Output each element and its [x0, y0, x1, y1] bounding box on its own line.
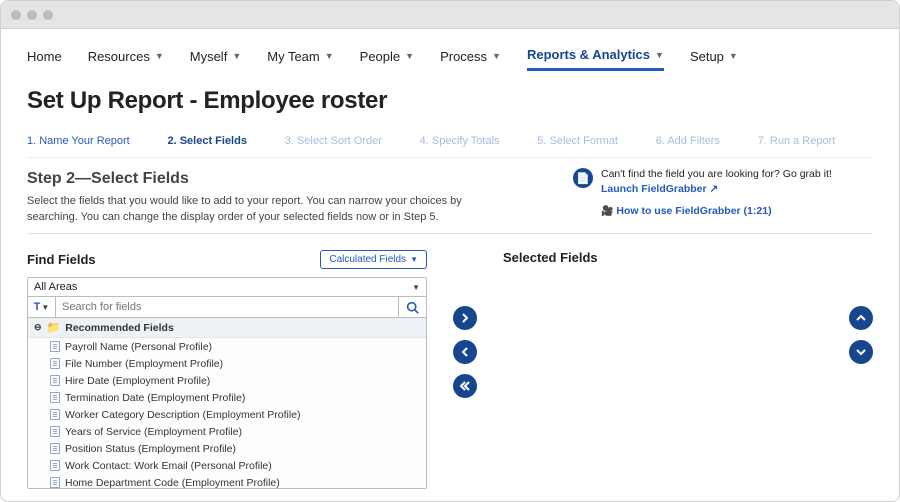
field-icon: [50, 341, 60, 352]
caret-down-icon: ▼: [41, 303, 49, 312]
wizard-step: 5. Select Format: [537, 129, 655, 157]
field-icon: [50, 358, 60, 369]
field-icon: [50, 375, 60, 386]
fieldgrabber-box: 📄 Can't find the field you are looking f…: [573, 168, 873, 217]
caret-down-icon: ▼: [492, 51, 501, 61]
chevron-left-icon: [460, 347, 470, 357]
field-item[interactable]: Hire Date (Employment Profile): [28, 372, 426, 389]
fieldgrabber-hint: Can't find the field you are looking for…: [601, 168, 873, 180]
wizard-steps: 1. Name Your Report2. Select Fields3. Se…: [27, 129, 873, 158]
field-icon: [50, 426, 60, 437]
reorder-buttons: [849, 306, 873, 364]
field-item[interactable]: Worker Category Description (Employment …: [28, 406, 426, 423]
window-titlebar: [1, 1, 899, 29]
field-icon: [50, 477, 60, 488]
area-select[interactable]: All Areas ▼: [28, 278, 426, 297]
step-help-block: Step 2—Select Fields Select the fields t…: [27, 168, 497, 225]
step-description: Select the fields that you would like to…: [27, 194, 497, 225]
caret-down-icon: ▼: [729, 51, 738, 61]
field-item[interactable]: Position Status (Employment Profile): [28, 440, 426, 457]
nav-home[interactable]: Home: [27, 47, 62, 71]
calculated-fields-button[interactable]: Calculated Fields▼: [320, 250, 427, 269]
field-icon: [50, 409, 60, 420]
dual-list-panels: Find Fields Calculated Fields▼ All Areas…: [27, 234, 873, 489]
double-chevron-left-icon: [459, 381, 471, 391]
wizard-step: 3. Select Sort Order: [285, 129, 420, 157]
nav-my-team[interactable]: My Team▼: [267, 47, 333, 71]
page-title: Set Up Report - Employee roster: [27, 81, 873, 129]
top-nav: Home Resources▼ Myself▼ My Team▼ People▼ Proc…: [27, 29, 873, 81]
field-icon: [50, 460, 60, 471]
collapse-icon: ⊖: [34, 322, 42, 333]
launch-fieldgrabber-link[interactable]: Launch FieldGrabber ↗: [601, 183, 718, 195]
find-fields-panel: Find Fields Calculated Fields▼ All Areas…: [27, 250, 427, 489]
field-item[interactable]: Home Department Code (Employment Profile…: [28, 474, 426, 488]
remove-field-button[interactable]: [453, 340, 477, 364]
nav-myself[interactable]: Myself▼: [190, 47, 241, 71]
tree-group-recommended[interactable]: ⊖ 📁 Recommended Fields: [28, 318, 426, 338]
caret-down-icon: ▼: [155, 51, 164, 61]
wizard-step[interactable]: 1. Name Your Report: [27, 129, 167, 157]
chevron-down-icon: [856, 347, 866, 357]
fieldgrabber-video-link[interactable]: 🎥 How to use FieldGrabber (1:21): [601, 205, 772, 217]
search-button[interactable]: [398, 297, 426, 317]
search-row: T▼: [28, 297, 426, 318]
nav-people[interactable]: People▼: [360, 47, 414, 71]
window-max-dot[interactable]: [43, 10, 53, 20]
nav-resources[interactable]: Resources▼: [88, 47, 164, 71]
magnifier-icon: [406, 301, 419, 314]
move-down-button[interactable]: [849, 340, 873, 364]
field-icon: [50, 392, 60, 403]
caret-down-icon: ▼: [655, 50, 664, 60]
add-field-button[interactable]: [453, 306, 477, 330]
remove-all-button[interactable]: [453, 374, 477, 398]
nav-reports-analytics[interactable]: Reports & Analytics▼: [527, 47, 664, 71]
move-up-button[interactable]: [849, 306, 873, 330]
caret-down-icon: ▼: [410, 255, 418, 264]
caret-down-icon: ▼: [325, 51, 334, 61]
step-header: Step 2—Select Fields Select the fields t…: [27, 158, 873, 234]
wizard-step: 6. Add Filters: [656, 129, 758, 157]
search-input[interactable]: [56, 297, 398, 317]
text-filter-button[interactable]: T▼: [28, 297, 56, 317]
field-icon: [50, 443, 60, 454]
caret-down-icon: ▼: [412, 283, 420, 292]
wizard-step: 4. Specify Totals: [420, 129, 538, 157]
find-box: All Areas ▼ T▼ ⊖: [27, 277, 427, 489]
selected-fields-panel: Selected Fields: [503, 250, 873, 489]
video-icon: 🎥: [601, 206, 613, 217]
step-title: Step 2—Select Fields: [27, 168, 497, 190]
window-min-dot[interactable]: [27, 10, 37, 20]
external-icon: ↗: [710, 183, 719, 195]
wizard-step[interactable]: 2. Select Fields: [167, 129, 284, 157]
find-fields-title: Find Fields: [27, 252, 96, 267]
content-area: Home Resources▼ Myself▼ My Team▼ People▼ Proc…: [1, 29, 899, 502]
field-item[interactable]: Work Contact: Work Email (Personal Profi…: [28, 457, 426, 474]
chevron-right-icon: [460, 313, 470, 323]
transfer-buttons: [441, 250, 489, 489]
field-item[interactable]: File Number (Employment Profile): [28, 355, 426, 372]
folder-icon: 📁: [47, 321, 61, 334]
app-window: Home Resources▼ Myself▼ My Team▼ People▼ Proc…: [0, 0, 900, 502]
fieldgrabber-icon: 📄: [573, 168, 593, 188]
fields-tree[interactable]: ⊖ 📁 Recommended Fields Payroll Name (Per…: [28, 318, 426, 488]
field-item[interactable]: Years of Service (Employment Profile): [28, 423, 426, 440]
field-item[interactable]: Termination Date (Employment Profile): [28, 389, 426, 406]
nav-setup[interactable]: Setup▼: [690, 47, 738, 71]
selected-fields-title: Selected Fields: [503, 250, 598, 265]
wizard-step: 7. Run a Report: [758, 129, 873, 157]
chevron-up-icon: [856, 313, 866, 323]
caret-down-icon: ▼: [232, 51, 241, 61]
caret-down-icon: ▼: [405, 51, 414, 61]
window-close-dot[interactable]: [11, 10, 21, 20]
field-item[interactable]: Payroll Name (Personal Profile): [28, 338, 426, 355]
nav-process[interactable]: Process▼: [440, 47, 501, 71]
